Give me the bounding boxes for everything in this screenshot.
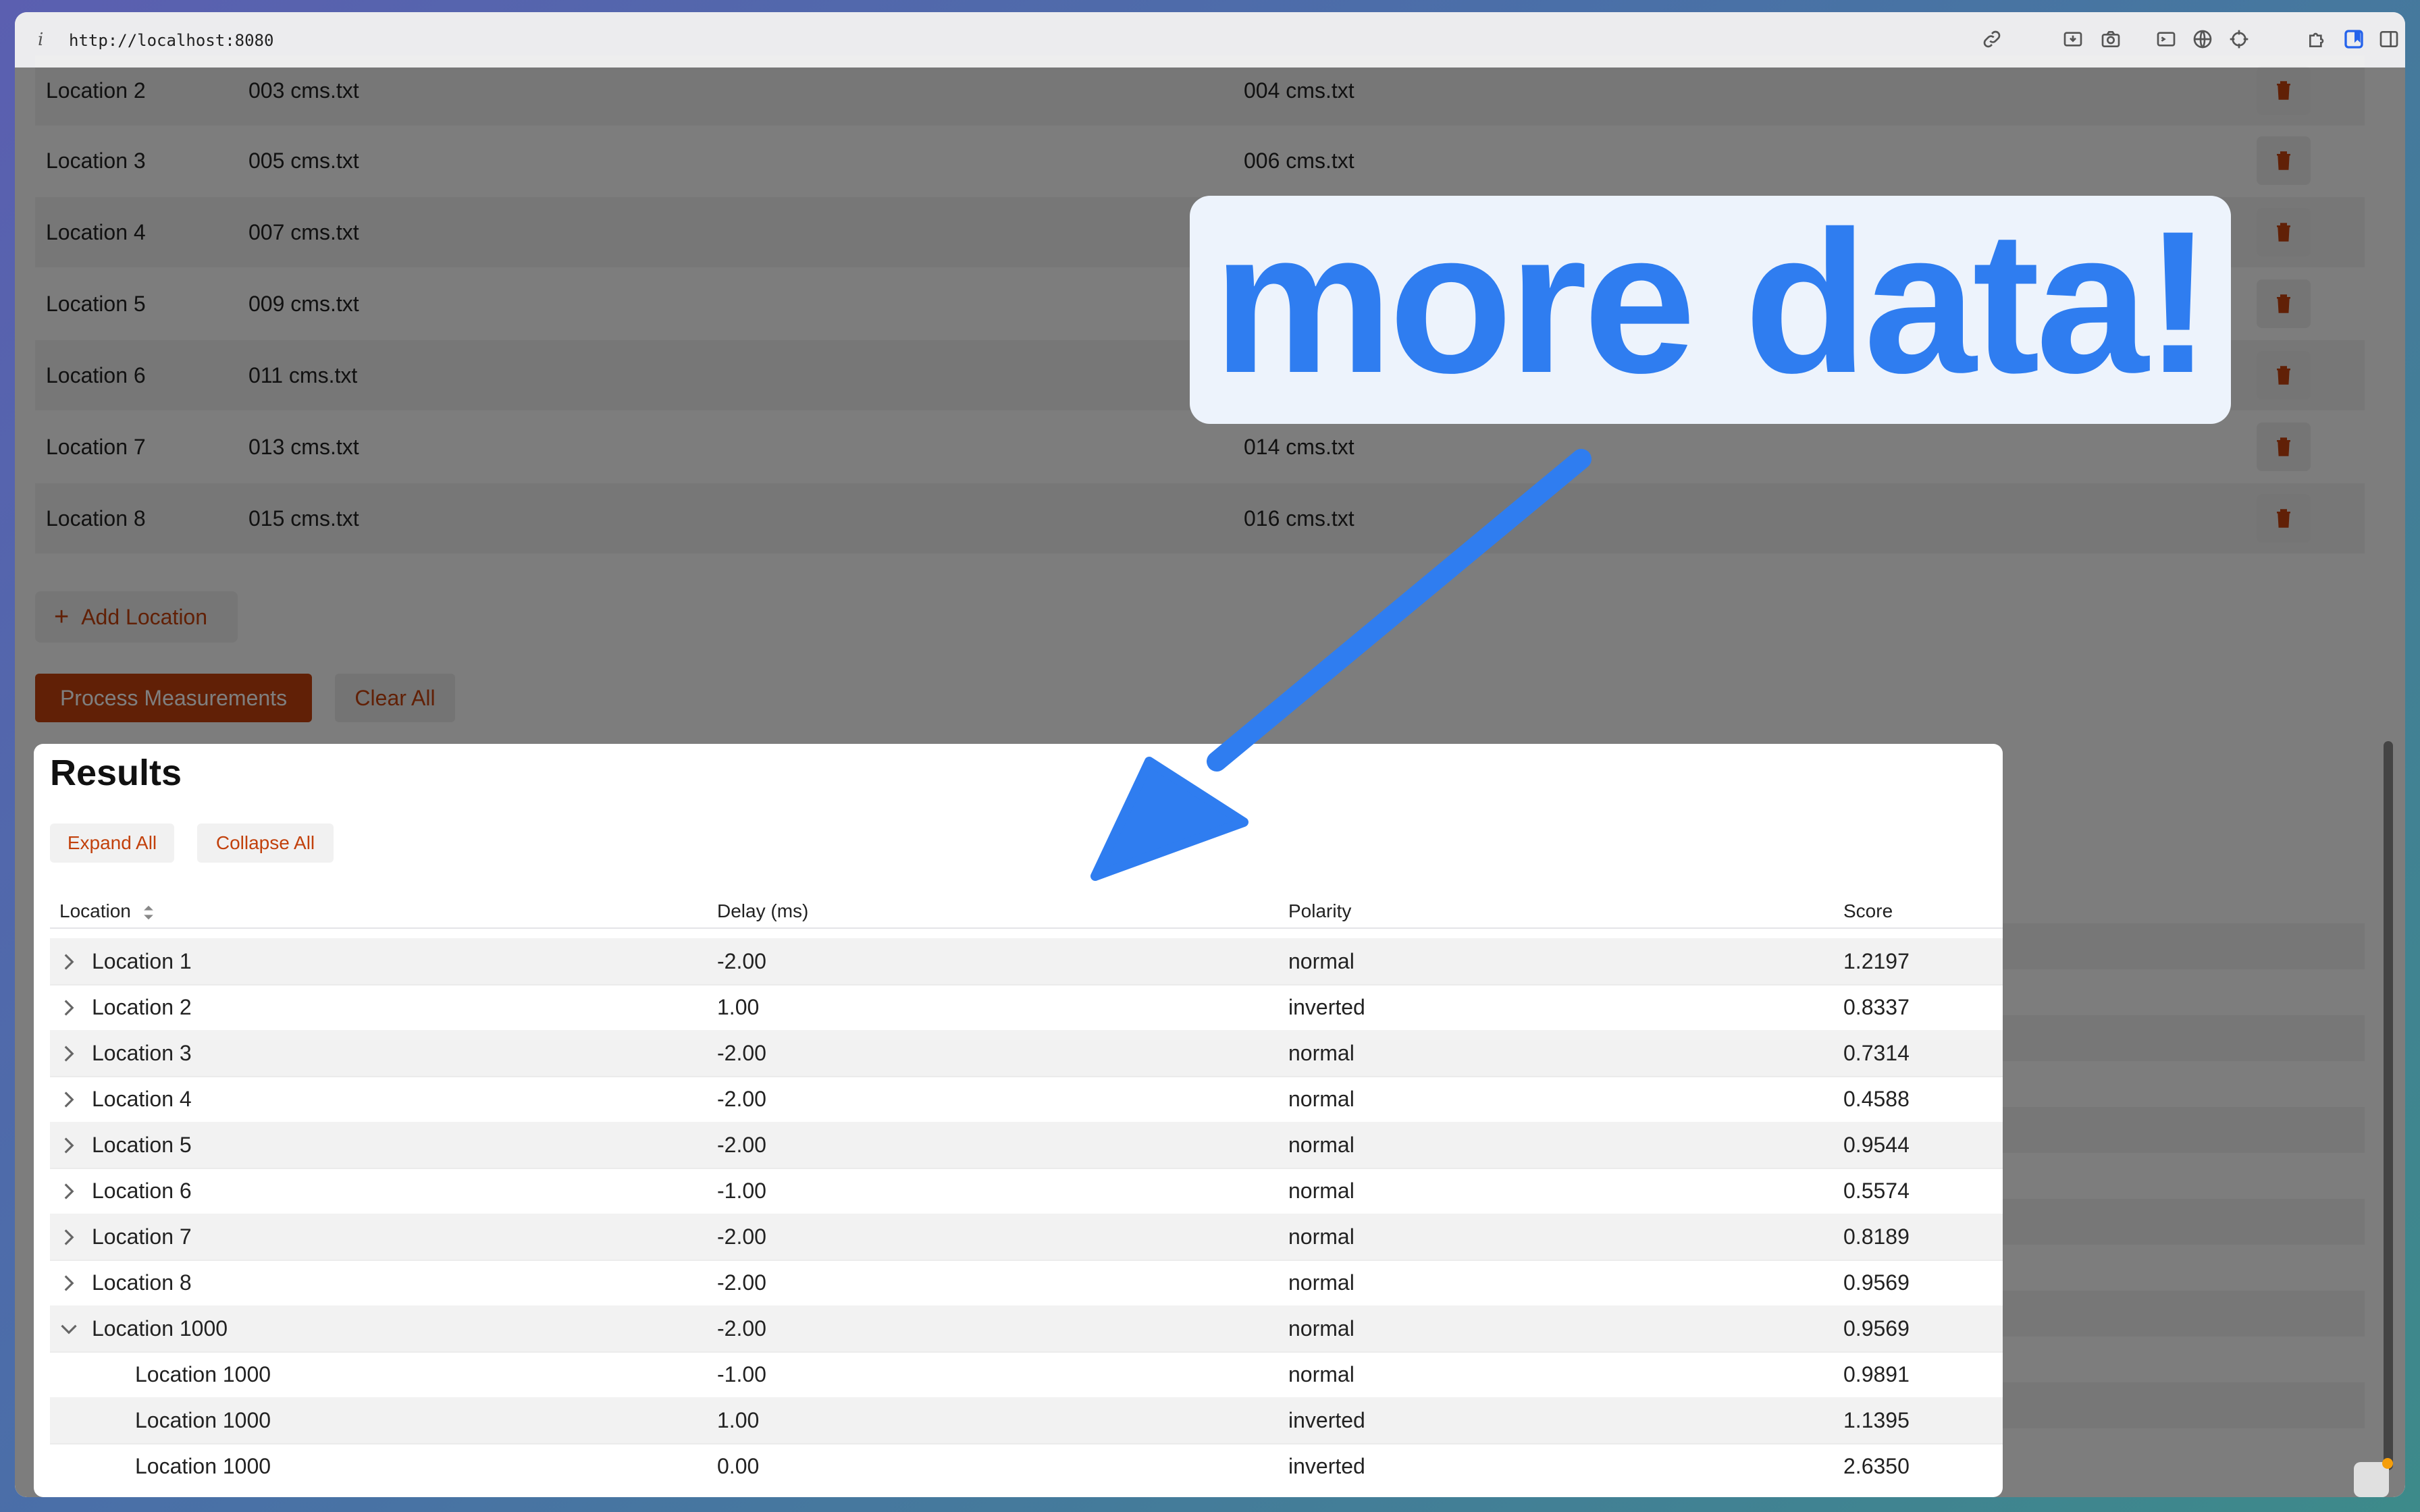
table-row[interactable]: Location 8 -2.00 normal 0.9569 xyxy=(50,1260,2003,1307)
table-row[interactable]: Location 3 -2.00 normal 0.7314 xyxy=(50,1030,2003,1077)
chevron-right-icon[interactable] xyxy=(59,998,78,1017)
row-delay: 0.00 xyxy=(717,1454,760,1478)
notification-dot xyxy=(2382,1458,2393,1469)
column-header-delay: Delay (ms) xyxy=(717,900,809,921)
column-header-location[interactable]: Location xyxy=(59,900,155,922)
row-polarity: normal xyxy=(1288,949,1354,973)
row-polarity: normal xyxy=(1288,1041,1354,1065)
bookmark-icon[interactable] xyxy=(2342,27,2366,51)
chevron-right-icon[interactable] xyxy=(59,1089,78,1108)
column-label: Location xyxy=(59,900,131,921)
row-delay: -2.00 xyxy=(717,1041,766,1065)
info-icon[interactable]: i xyxy=(38,30,43,50)
row-score: 0.8337 xyxy=(1843,995,1910,1019)
row-polarity: inverted xyxy=(1288,1408,1365,1432)
annotation-callout: more data! xyxy=(1190,196,2231,424)
chevron-right-icon[interactable] xyxy=(59,1273,78,1292)
row-delay: 1.00 xyxy=(717,1408,760,1432)
notification-badge[interactable] xyxy=(2354,1458,2393,1497)
link-icon[interactable] xyxy=(1980,27,2004,51)
camera-icon[interactable] xyxy=(2099,27,2123,51)
chevron-down-icon[interactable] xyxy=(59,1319,78,1338)
row-score: 0.9891 xyxy=(1843,1362,1910,1386)
chevron-right-icon[interactable] xyxy=(59,1044,78,1062)
table-subrow: Location 1000 1.00 inverted 1.1395 xyxy=(50,1397,2003,1444)
terminal-icon[interactable] xyxy=(2154,27,2178,51)
table-row[interactable]: Location 4 -2.00 normal 0.4588 xyxy=(50,1076,2003,1123)
row-location: Location 8 xyxy=(92,1270,192,1295)
crosshair-icon[interactable] xyxy=(2227,27,2251,51)
row-score: 0.7314 xyxy=(1843,1041,1910,1065)
row-score: 0.5574 xyxy=(1843,1179,1910,1203)
chevron-right-icon[interactable] xyxy=(59,1135,78,1154)
row-score: 0.9569 xyxy=(1843,1270,1910,1295)
row-delay: -2.00 xyxy=(717,949,766,973)
row-delay: -2.00 xyxy=(717,1224,766,1249)
row-polarity: normal xyxy=(1288,1362,1354,1386)
row-polarity: normal xyxy=(1288,1316,1354,1341)
table-row[interactable]: Location 5 -2.00 normal 0.9544 xyxy=(50,1122,2003,1169)
row-score: 0.8189 xyxy=(1843,1224,1910,1249)
row-delay: -1.00 xyxy=(717,1179,766,1203)
callout-text: more data! xyxy=(1213,188,2212,415)
row-delay: 1.00 xyxy=(717,995,760,1019)
expand-all-button[interactable]: Expand All xyxy=(50,824,174,863)
results-title: Results xyxy=(50,753,182,793)
table-subrow: Location 1000 0.00 inverted 2.6350 xyxy=(50,1443,2003,1489)
row-score: 1.1395 xyxy=(1843,1408,1910,1432)
table-subrow: Location 1000 -1.00 normal 0.9891 xyxy=(50,1351,2003,1399)
row-score: 1.2197 xyxy=(1843,949,1910,973)
chevron-right-icon[interactable] xyxy=(59,952,78,971)
table-row-expanded[interactable]: Location 1000 -2.00 normal 0.9569 xyxy=(50,1305,2003,1353)
puzzle-icon[interactable] xyxy=(2305,27,2330,51)
row-polarity: normal xyxy=(1288,1224,1354,1249)
chevron-right-icon[interactable] xyxy=(59,1181,78,1200)
row-delay: -2.00 xyxy=(717,1316,766,1341)
row-location: Location 1 xyxy=(92,949,192,973)
row-location: Location 5 xyxy=(92,1133,192,1157)
row-location: Location 1000 xyxy=(135,1454,271,1478)
row-polarity: inverted xyxy=(1288,1454,1365,1478)
column-header-score: Score xyxy=(1843,900,1893,921)
row-location: Location 1000 xyxy=(135,1408,271,1432)
table-row[interactable]: Location 6 -1.00 normal 0.5574 xyxy=(50,1168,2003,1215)
collapse-all-button[interactable]: Collapse All xyxy=(197,824,334,863)
row-polarity: inverted xyxy=(1288,995,1365,1019)
row-location: Location 7 xyxy=(92,1224,192,1249)
row-score: 2.6350 xyxy=(1843,1454,1910,1478)
row-delay: -2.00 xyxy=(717,1087,766,1111)
row-polarity: normal xyxy=(1288,1270,1354,1295)
row-score: 0.4588 xyxy=(1843,1087,1910,1111)
row-delay: -2.00 xyxy=(717,1133,766,1157)
row-location: Location 2 xyxy=(92,995,192,1019)
row-location: Location 1000 xyxy=(92,1316,228,1341)
table-header: Location Delay (ms) Polarity Score xyxy=(50,894,2003,929)
table-row[interactable]: Location 7 -2.00 normal 0.8189 xyxy=(50,1214,2003,1261)
table-row[interactable]: Location 2 1.00 inverted 0.8337 xyxy=(50,984,2003,1031)
row-location: Location 6 xyxy=(92,1179,192,1203)
download-icon[interactable] xyxy=(2061,27,2085,51)
results-panel: Results Expand All Collapse All Location… xyxy=(34,744,2003,1497)
row-polarity: normal xyxy=(1288,1179,1354,1203)
row-location: Location 4 xyxy=(92,1087,192,1111)
row-polarity: normal xyxy=(1288,1087,1354,1111)
row-score: 0.9569 xyxy=(1843,1316,1910,1341)
sort-icon xyxy=(143,905,153,919)
url-bar[interactable]: http://localhost:8080 xyxy=(69,31,273,50)
row-delay: -2.00 xyxy=(717,1270,766,1295)
row-polarity: normal xyxy=(1288,1133,1354,1157)
globe-icon[interactable] xyxy=(2190,27,2215,51)
sidebar-icon[interactable] xyxy=(2377,27,2401,51)
table-row[interactable]: Location 1 -2.00 normal 1.2197 xyxy=(50,938,2003,986)
chevron-right-icon[interactable] xyxy=(59,1227,78,1246)
annotation-arrow-icon xyxy=(1090,449,1592,881)
row-delay: -1.00 xyxy=(717,1362,766,1386)
column-header-polarity: Polarity xyxy=(1288,900,1352,921)
row-location: Location 1000 xyxy=(135,1362,271,1386)
browser-window: i http://localhost:8080 Location 2 003 c… xyxy=(15,12,2405,1497)
row-location: Location 3 xyxy=(92,1041,192,1065)
row-score: 0.9544 xyxy=(1843,1133,1910,1157)
